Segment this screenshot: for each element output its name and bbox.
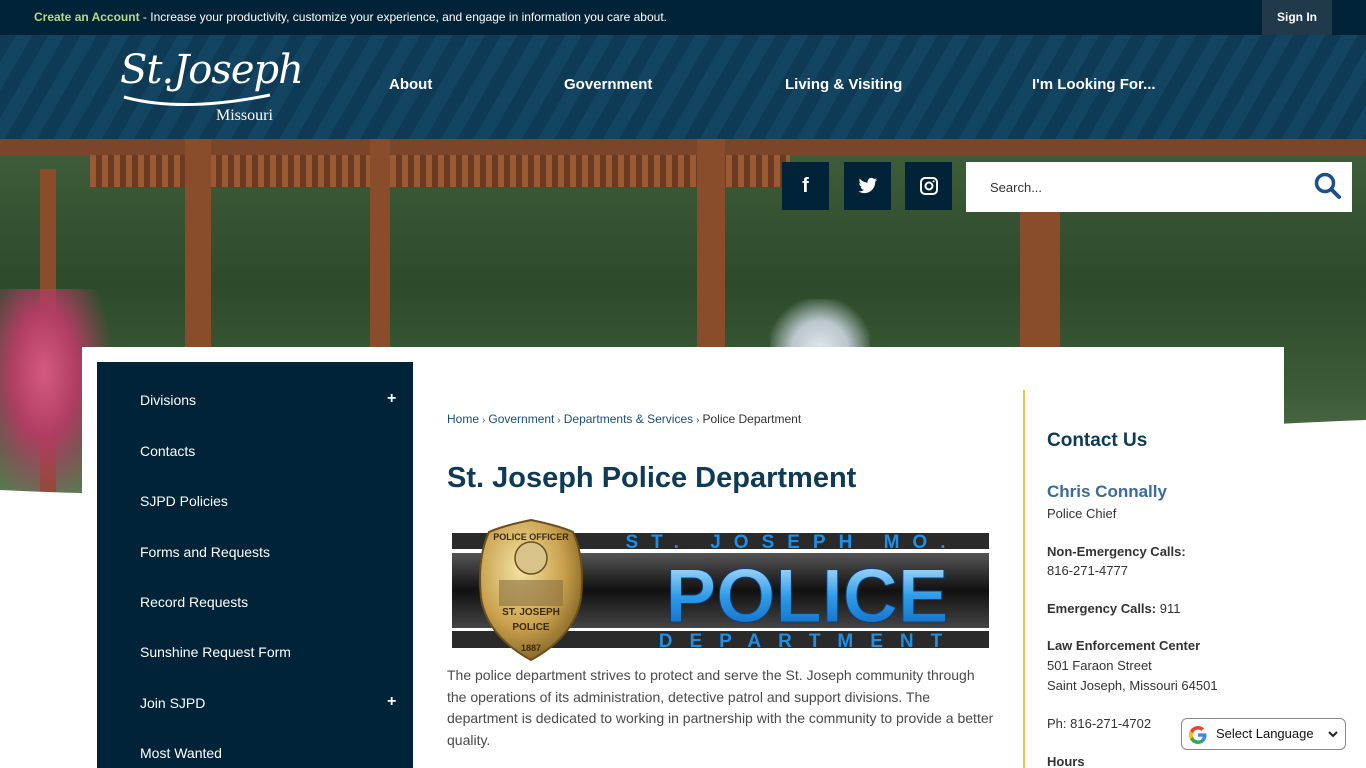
sidebar-item-most-wanted[interactable]: Most Wanted bbox=[97, 728, 413, 768]
sidebar-item-forms-requests[interactable]: Forms and Requests bbox=[97, 527, 413, 577]
sidebar-item-divisions[interactable]: Divisions + bbox=[97, 375, 413, 425]
search-icon[interactable] bbox=[1314, 172, 1342, 200]
breadcrumb-separator: › bbox=[696, 415, 700, 426]
sidebar-item-label: Join SJPD bbox=[140, 695, 206, 711]
facebook-icon: f bbox=[802, 175, 809, 197]
banner-bottom-text: DEPARTMENT bbox=[659, 631, 960, 652]
non-emergency-phone: 816-271-4777 bbox=[1047, 563, 1128, 578]
contact-role: Police Chief bbox=[1047, 506, 1117, 521]
non-emergency-label: Non-Emergency Calls: bbox=[1047, 544, 1186, 559]
breadcrumb: Home › Government › Departments & Services › P… bbox=[447, 412, 801, 426]
language-select[interactable]: Select Language bbox=[1181, 718, 1346, 750]
badge-top-text: POLICE OFFICER bbox=[493, 532, 569, 542]
sidebar-item-label: SJPD Policies bbox=[140, 493, 228, 509]
location-label: Law Enforcement Center bbox=[1047, 638, 1201, 653]
sidebar-item-record-requests[interactable]: Record Requests bbox=[97, 577, 413, 627]
facebook-button[interactable]: f bbox=[782, 162, 829, 210]
create-account-link[interactable]: Create an Account bbox=[34, 10, 140, 24]
sidebar-item-label: Divisions bbox=[140, 392, 197, 408]
sidebar-item-join-sjpd[interactable]: Join SJPD + bbox=[97, 678, 413, 728]
chevron-down-icon bbox=[1328, 731, 1338, 738]
breadcrumb-separator: › bbox=[482, 415, 486, 426]
nav-looking-for[interactable]: I'm Looking For... bbox=[1032, 76, 1156, 93]
breadcrumb-departments[interactable]: Departments & Services bbox=[564, 412, 693, 426]
account-message: Create an Account - Increase your produc… bbox=[34, 10, 667, 24]
twitter-button[interactable] bbox=[844, 162, 891, 210]
breadcrumb-current: Police Department bbox=[702, 412, 802, 426]
contact-phone: Ph: 816-271-4702 bbox=[1047, 716, 1152, 731]
sidebar-item-sjpd-policies[interactable]: SJPD Policies bbox=[97, 476, 413, 526]
logo-city: St.Joseph bbox=[120, 47, 304, 93]
sidebar-item-label: Most Wanted bbox=[140, 745, 222, 761]
sidebar-item-label: Contacts bbox=[140, 443, 196, 459]
language-select-label: Select Language bbox=[1216, 726, 1314, 741]
page-title: St. Joseph Police Department bbox=[447, 462, 857, 494]
top-bar: Create an Account - Increase your produc… bbox=[0, 0, 1366, 35]
contact-name[interactable]: Chris Connally bbox=[1047, 482, 1167, 502]
twitter-icon bbox=[858, 177, 877, 194]
breadcrumb-home[interactable]: Home bbox=[447, 412, 479, 426]
badge-low-text: POLICE bbox=[512, 622, 550, 633]
fountain bbox=[770, 299, 870, 349]
column-divider bbox=[1023, 390, 1025, 768]
site-logo[interactable]: St.Joseph Missouri bbox=[120, 47, 304, 129]
expand-plus-icon[interactable]: + bbox=[387, 390, 396, 408]
sidebar-item-label: Sunshine Request Form bbox=[140, 644, 291, 660]
sidebar-nav: Divisions + Contacts SJPD Policies Forms… bbox=[97, 362, 413, 768]
breadcrumb-government[interactable]: Government bbox=[488, 412, 554, 426]
sidebar-item-contacts[interactable]: Contacts bbox=[97, 426, 413, 476]
sidebar-item-label: Record Requests bbox=[140, 594, 249, 610]
expand-plus-icon[interactable]: + bbox=[387, 693, 396, 711]
police-banner-image: ST. JOSEPH MO. POLICE DEPARTMENT POLICE … bbox=[452, 518, 989, 662]
banner-main-text: POLICE bbox=[666, 554, 949, 639]
badge-number: 1887 bbox=[521, 643, 541, 653]
nav-living-visiting[interactable]: Living & Visiting bbox=[785, 76, 902, 93]
nav-about[interactable]: About bbox=[389, 76, 432, 93]
page-description: The police department strives to protect… bbox=[447, 667, 994, 748]
location-street: 501 Faraon Street bbox=[1047, 658, 1152, 673]
emergency-label: Emergency Calls: bbox=[1047, 601, 1157, 616]
emergency-phone: 911 bbox=[1156, 601, 1181, 616]
site-header: St.Joseph Missouri About Government Livi… bbox=[0, 35, 1366, 139]
nav-government[interactable]: Government bbox=[564, 76, 652, 93]
banner-top-text: ST. JOSEPH MO. bbox=[626, 532, 959, 553]
instagram-icon bbox=[919, 177, 938, 195]
location-city: Saint Joseph, Missouri 64501 bbox=[1047, 678, 1218, 693]
search-box bbox=[966, 162, 1352, 212]
badge-mid-text: ST. JOSEPH bbox=[502, 607, 560, 618]
hours-label: Hours bbox=[1047, 754, 1085, 768]
breadcrumb-separator: › bbox=[557, 415, 561, 426]
logo-state: Missouri bbox=[216, 107, 273, 124]
sign-in-button[interactable]: Sign In bbox=[1262, 0, 1332, 35]
emergency-line: Emergency Calls: 911 bbox=[1047, 601, 1180, 616]
account-message-text: - Increase your productivity, customize … bbox=[139, 10, 667, 24]
contact-heading: Contact Us bbox=[1047, 430, 1148, 451]
sidebar-item-label: Forms and Requests bbox=[140, 544, 270, 560]
instagram-button[interactable] bbox=[905, 162, 952, 210]
search-input[interactable] bbox=[990, 176, 1290, 198]
google-g-icon bbox=[1189, 726, 1207, 744]
sidebar-item-sunshine-request[interactable]: Sunshine Request Form bbox=[97, 627, 413, 677]
